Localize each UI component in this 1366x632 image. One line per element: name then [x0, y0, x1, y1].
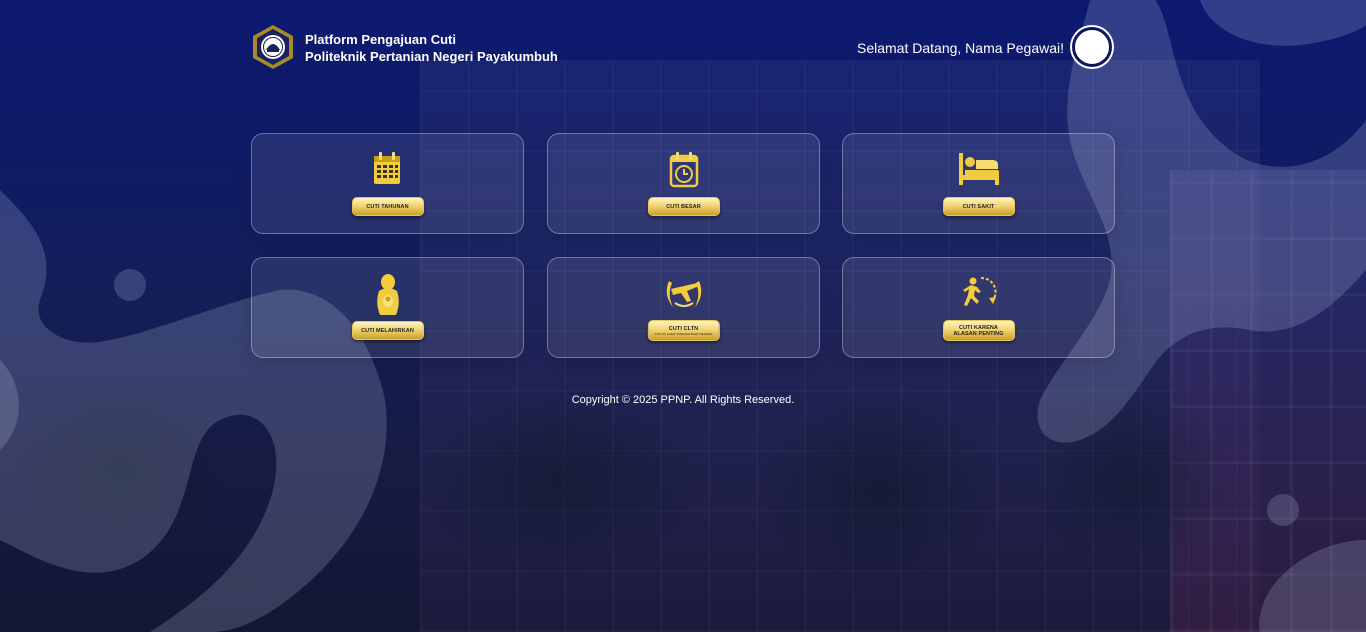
menu-label-pill: CUTI CLTN Cuti di Luar Tanggungan Negara: [647, 320, 720, 341]
running-person-icon: [962, 276, 996, 306]
menu-label-line2: ALASAN PENTING: [953, 330, 1004, 337]
calendar-icon: [373, 152, 400, 184]
menu-card-cuti-besar[interactable]: CUTI BESAR: [547, 133, 820, 234]
brand-title-line2: Politeknik Pertanian Negeri Payakumbuh: [305, 49, 558, 64]
bed-icon: [958, 153, 999, 185]
brand-title: Platform Pengajuan Cuti Politeknik Perta…: [305, 31, 558, 65]
brand-title-line1: Platform Pengajuan Cuti: [305, 32, 456, 47]
menu-label: CUTI MELAHIRKAN: [361, 327, 414, 334]
menu-label-pill: CUTI SAKIT: [942, 197, 1015, 216]
menu-card-cuti-tahunan[interactable]: CUTI TAHUNAN: [251, 133, 524, 234]
menu-label: CUTI TAHUNAN: [366, 203, 409, 210]
menu-card-cuti-alasan-penting[interactable]: CUTI KARENA ALASAN PENTING: [842, 257, 1115, 358]
menu-card-cuti-cltn[interactable]: CUTI CLTN Cuti di Luar Tanggungan Negara: [547, 257, 820, 358]
welcome-text: Selamat Datang, Nama Pegawai!: [857, 40, 1064, 56]
mother-baby-icon: [376, 274, 399, 315]
ppnp-logo: [252, 24, 294, 70]
menu-card-cuti-melahirkan[interactable]: CUTI MELAHIRKAN: [251, 257, 524, 358]
plane-wreath-icon: [666, 281, 701, 307]
menu-card-cuti-sakit[interactable]: CUTI SAKIT: [842, 133, 1115, 234]
menu-label: CUTI BESAR: [666, 203, 701, 210]
menu-label-pill: CUTI TAHUNAN: [351, 197, 424, 216]
menu-label-pill: CUTI MELAHIRKAN: [351, 321, 424, 340]
header: Platform Pengajuan Cuti Politeknik Perta…: [252, 24, 1114, 72]
menu-label: CUTI SAKIT: [962, 203, 995, 210]
copyright-text: Copyright © 2025 PPNP. All Rights Reserv…: [571, 394, 795, 406]
calendar-clock-icon: [669, 152, 698, 188]
user-avatar[interactable]: [1072, 27, 1112, 67]
menu-sublabel: Cuti di Luar Tanggungan Negara: [654, 331, 713, 336]
menu-label-pill: CUTI BESAR: [647, 197, 720, 216]
menu-label-pill: CUTI KARENA ALASAN PENTING: [942, 320, 1015, 341]
